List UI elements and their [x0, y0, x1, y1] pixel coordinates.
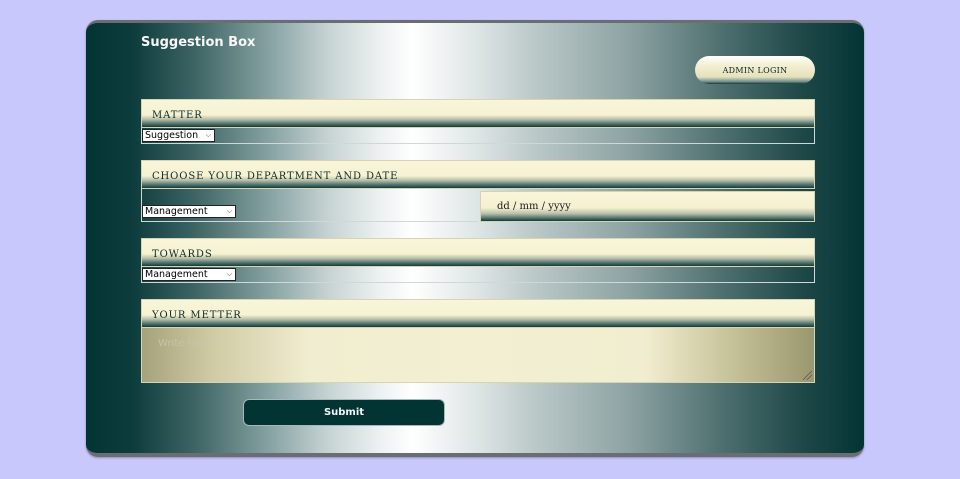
towards-header: TOWARDS: [141, 238, 815, 267]
towards-select[interactable]: Management ⌵: [142, 268, 236, 281]
towards-select-value: Management: [145, 269, 208, 280]
your-matter-textarea[interactable]: Write here: [141, 328, 815, 383]
suggestion-form-card: Suggestion Box ADMIN LOGIN MATTER Sugges…: [86, 20, 864, 457]
matter-row: Suggestion ⌵: [141, 128, 815, 144]
department-select-area: Management ⌵: [141, 189, 478, 222]
chevron-down-icon: ⌵: [226, 270, 232, 278]
towards-section: TOWARDS Management ⌵: [141, 238, 815, 283]
matter-header: MATTER: [141, 99, 815, 128]
date-placeholder: dd / mm / yyyy: [497, 201, 571, 212]
chevron-down-icon: ⌵: [205, 131, 211, 139]
towards-row: Management ⌵: [141, 267, 815, 283]
resize-handle-icon[interactable]: [803, 371, 812, 380]
chevron-down-icon: ⌵: [226, 207, 232, 215]
department-row: Management ⌵ dd / mm / yyyy: [141, 189, 815, 222]
matter-select-value: Suggestion: [145, 130, 199, 141]
matter-section: MATTER Suggestion ⌵: [141, 99, 815, 144]
your-matter-header: YOUR METTER: [141, 299, 815, 328]
department-header: CHOOSE YOUR DEPARTMENT AND DATE: [141, 160, 815, 189]
department-section: CHOOSE YOUR DEPARTMENT AND DATE Manageme…: [141, 160, 815, 222]
your-matter-section: YOUR METTER Write here: [141, 299, 815, 383]
your-matter-placeholder: Write here: [158, 338, 211, 349]
date-input[interactable]: dd / mm / yyyy: [480, 191, 815, 222]
matter-select[interactable]: Suggestion ⌵: [142, 129, 215, 142]
admin-login-button[interactable]: ADMIN LOGIN: [695, 56, 815, 84]
submit-button[interactable]: Submit: [243, 399, 445, 426]
department-select-value: Management: [145, 206, 208, 217]
page-title: Suggestion Box: [141, 35, 256, 50]
department-select[interactable]: Management ⌵: [142, 205, 236, 218]
